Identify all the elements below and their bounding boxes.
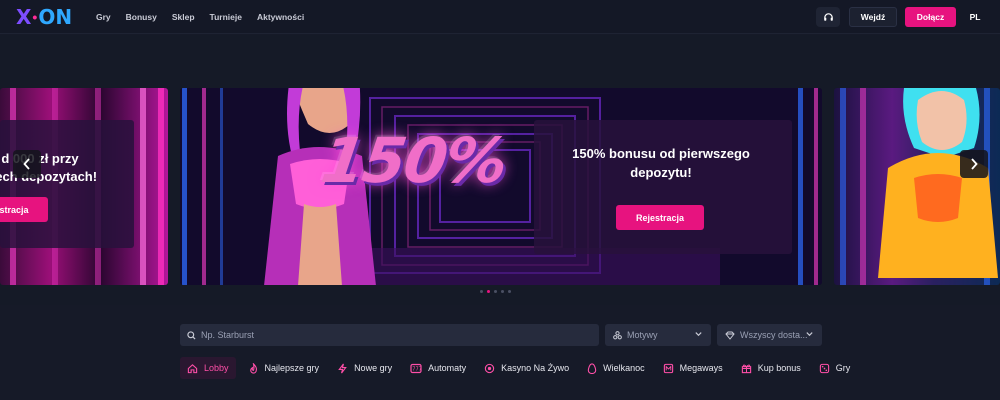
egg-icon [587,362,597,374]
tab-new-games[interactable]: Nowe gry [337,357,392,379]
join-button[interactable]: Dołącz [905,7,956,27]
providers-label: Wszyscy dosta... [740,330,808,340]
logo-on: ON [38,5,73,29]
nav-aktywnosci[interactable]: Aktywności [257,12,304,22]
promo-headline: 150% bonusu od pierwszego depozytu! [572,146,750,180]
chevron-left-icon [23,158,30,170]
logo-x: X [16,5,32,29]
flame-icon [249,362,257,374]
language-selector[interactable]: PL [966,7,984,27]
nav-sklep[interactable]: Sklep [172,12,195,22]
svg-text:777: 777 [412,366,422,372]
tab-games[interactable]: Gry [819,357,850,379]
carousel-dots [480,290,511,293]
carousel-dot[interactable] [480,290,483,293]
home-icon [187,363,198,373]
bonus-percent-graphic: 150% [316,124,511,197]
tab-buy-bonus[interactable]: Kup bonus [741,357,801,379]
promo-carousel: d 000 zł przy erech depozytach! stracja [0,35,1000,305]
logo-dot: • [32,9,38,25]
tab-lobby[interactable]: Lobby [180,357,236,379]
register-button[interactable]: Rejestracja [616,205,704,230]
search-icon [187,330,196,340]
category-tabs: Lobby Najlepsze gry Nowe gry 777 Automat… [180,357,868,379]
search-placeholder: Np. Starburst [201,330,255,340]
tab-easter[interactable]: Wielkanoc [587,357,645,379]
headset-icon [823,12,833,21]
gift-icon [741,364,751,373]
themes-dropdown[interactable]: Motywy [605,324,711,346]
xon-logo[interactable]: X • ON [16,5,73,29]
game-search-input[interactable]: Np. Starburst [180,324,599,346]
themes-label: Motywy [627,330,658,340]
promo-text-box [534,120,792,254]
carousel-prev-button[interactable] [13,150,41,178]
carousel-dot[interactable] [501,290,504,293]
top-header: X • ON Gry Bonusy Sklep Turnieje Aktywnośc… [0,0,1000,34]
carousel-dot[interactable] [508,290,511,293]
login-button[interactable]: Wejdź [849,7,897,27]
carousel-slide-next[interactable] [834,88,1000,285]
chevron-right-icon [971,158,978,170]
support-button[interactable] [816,7,840,27]
main-nav: Gry Bonusy Sklep Turnieje Aktywności [96,0,304,34]
carousel-slide-active[interactable]: 150% 150% bonusu od pierwszego depozytu!… [180,88,822,285]
carousel-slide-prev[interactable]: d 000 zł przy erech depozytach! stracja [0,88,168,285]
megaways-icon [663,363,673,373]
tab-megaways[interactable]: Megaways [663,357,723,379]
carousel-dot-active[interactable] [487,290,490,293]
nav-bonusy[interactable]: Bonusy [126,12,157,22]
lightning-icon [338,363,347,373]
chevron-down-icon [695,332,702,337]
themes-icon [613,330,622,339]
providers-dropdown[interactable]: Wszyscy dosta... [717,324,822,346]
nav-turnieje[interactable]: Turnieje [210,12,242,22]
tab-slots[interactable]: 777 Automaty [410,357,466,379]
diamond-icon [725,331,735,340]
tab-live-casino[interactable]: Kasyno Na Żywo [484,357,569,379]
tab-best-games[interactable]: Najlepsze gry [248,357,319,379]
nav-gry[interactable]: Gry [96,12,111,22]
slot-icon: 777 [410,363,422,373]
live-icon [484,363,495,373]
register-button[interactable]: stracja [0,197,48,222]
dice-icon [819,363,829,373]
carousel-dot[interactable] [494,290,497,293]
carousel-next-button[interactable] [960,150,988,178]
character-illustration [878,88,998,278]
chevron-down-icon [806,332,813,337]
